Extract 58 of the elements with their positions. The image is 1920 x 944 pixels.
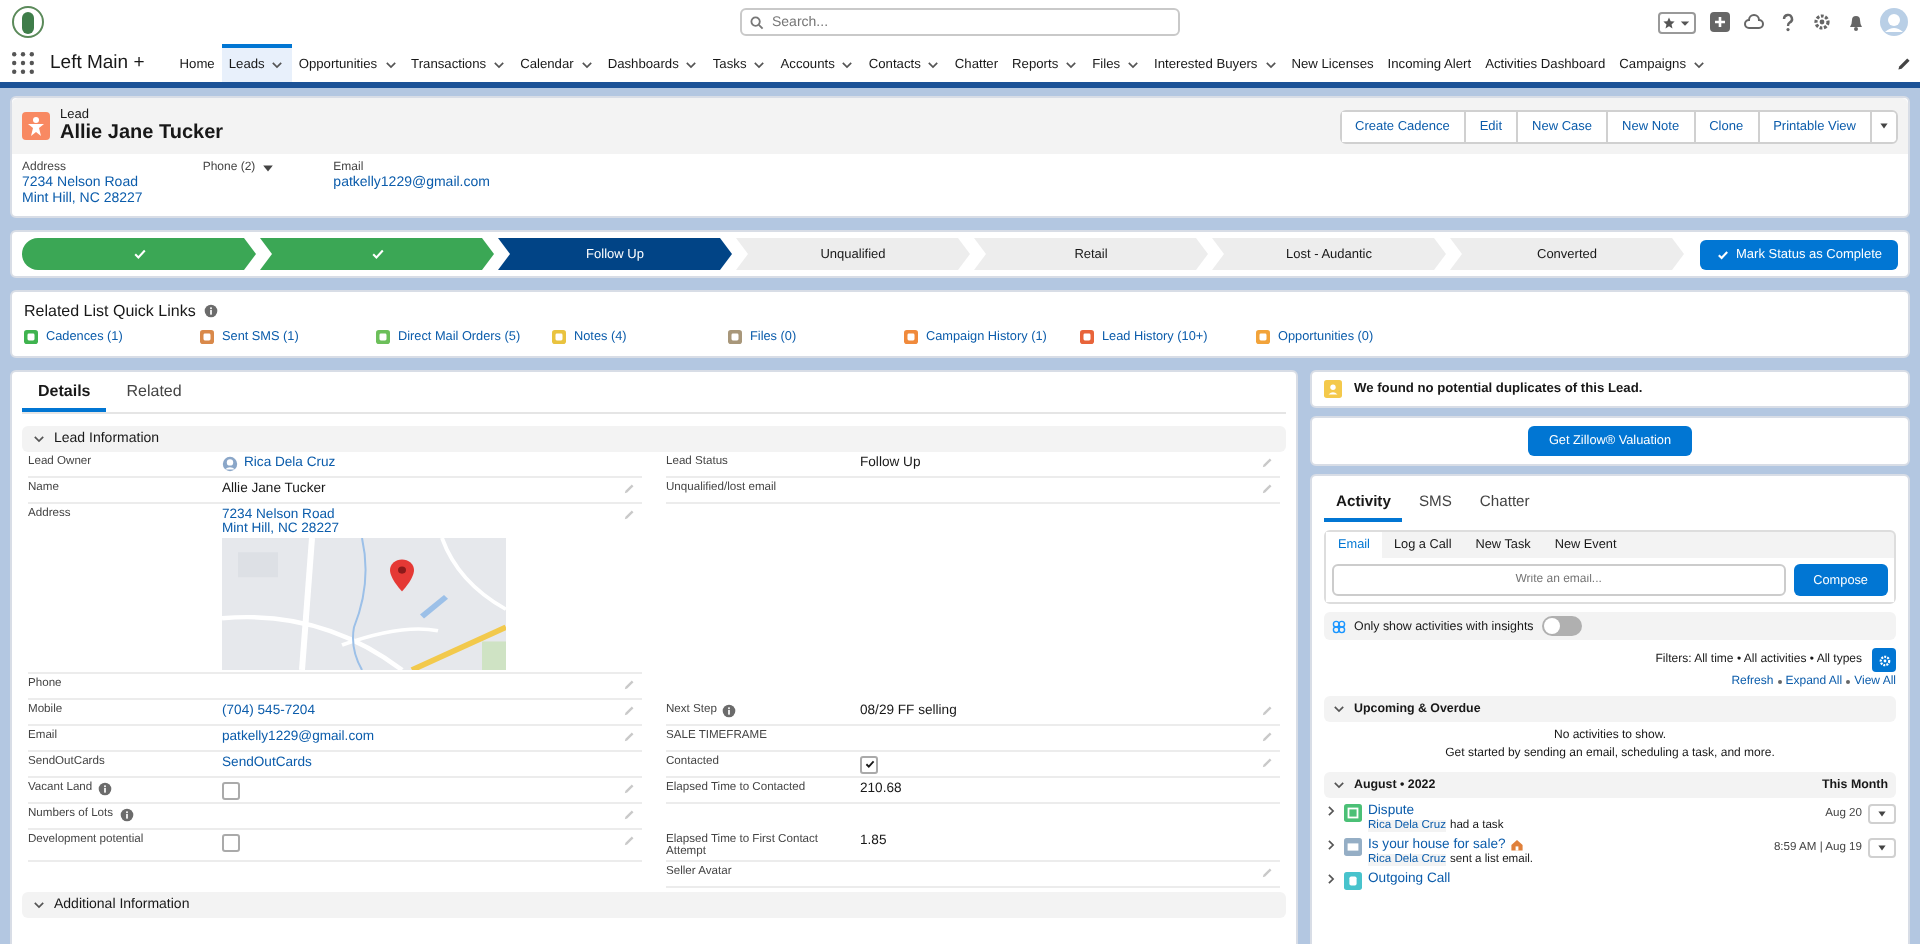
avatar-icon[interactable] <box>1880 8 1908 36</box>
chevron-down-icon <box>1064 58 1079 72</box>
caret-icon <box>1876 842 1888 854</box>
favorites-button[interactable] <box>1658 11 1696 33</box>
check-icon <box>369 246 385 262</box>
record-name: Allie Jane Tucker <box>60 122 224 144</box>
help-icon[interactable] <box>1778 12 1798 32</box>
section-title: Related List Quick Links <box>24 302 196 320</box>
app-name: Left Main + <box>50 52 145 74</box>
checkbox[interactable] <box>860 755 878 773</box>
settings-icon[interactable] <box>1812 12 1832 32</box>
pencil-icon[interactable] <box>1896 55 1912 71</box>
dropdown-button[interactable] <box>1868 804 1896 824</box>
email-icon <box>1344 838 1362 856</box>
record-tab[interactable]: Related <box>110 372 198 412</box>
record-tab[interactable]: Details <box>22 372 107 412</box>
info-icon <box>203 304 218 318</box>
avatar-icon <box>222 455 238 471</box>
lead-icon <box>22 112 50 140</box>
task-icon <box>1344 804 1362 822</box>
app-launcher-icon[interactable] <box>12 52 34 74</box>
path-stage[interactable] <box>22 238 256 270</box>
chevron-down-icon <box>383 58 398 72</box>
call-icon <box>1344 872 1362 890</box>
check-icon <box>131 246 147 262</box>
chevron-down-icon <box>1126 58 1141 72</box>
settings-icon <box>1877 653 1891 667</box>
dropdown-button[interactable] <box>1868 838 1896 858</box>
duplicate-icon <box>1324 380 1342 398</box>
checkbox[interactable] <box>222 833 240 851</box>
chevron-down-icon <box>579 58 594 72</box>
info-icon <box>98 781 113 795</box>
search-icon <box>750 15 764 29</box>
caret-icon[interactable] <box>261 162 274 174</box>
chevron-down-icon <box>926 58 941 72</box>
house-icon <box>1509 838 1524 852</box>
toggle-switch[interactable] <box>1541 616 1582 636</box>
info-icon <box>119 807 134 821</box>
logo-icon[interactable] <box>12 6 44 38</box>
chevron-down-icon <box>840 58 855 72</box>
cloud-icon[interactable] <box>1744 12 1764 32</box>
plus-icon[interactable] <box>1710 12 1730 32</box>
chevron-down-icon <box>1263 58 1278 72</box>
checkbox[interactable] <box>222 781 240 799</box>
chevron-down-icon <box>270 58 285 72</box>
settings-button[interactable] <box>1872 648 1896 672</box>
insights-icon <box>1332 619 1346 633</box>
path-stage[interactable] <box>260 238 494 270</box>
caret-icon <box>1876 808 1888 820</box>
check-icon <box>1716 247 1731 261</box>
info-icon <box>722 703 737 717</box>
caret-icon <box>1878 120 1890 132</box>
star-icon <box>1662 15 1676 29</box>
chevron-down-icon <box>492 58 507 72</box>
chevron-down-icon <box>752 58 767 72</box>
chevron-down-icon <box>684 58 699 72</box>
chevron-down-icon <box>1692 58 1707 72</box>
bell-icon[interactable] <box>1846 12 1866 32</box>
